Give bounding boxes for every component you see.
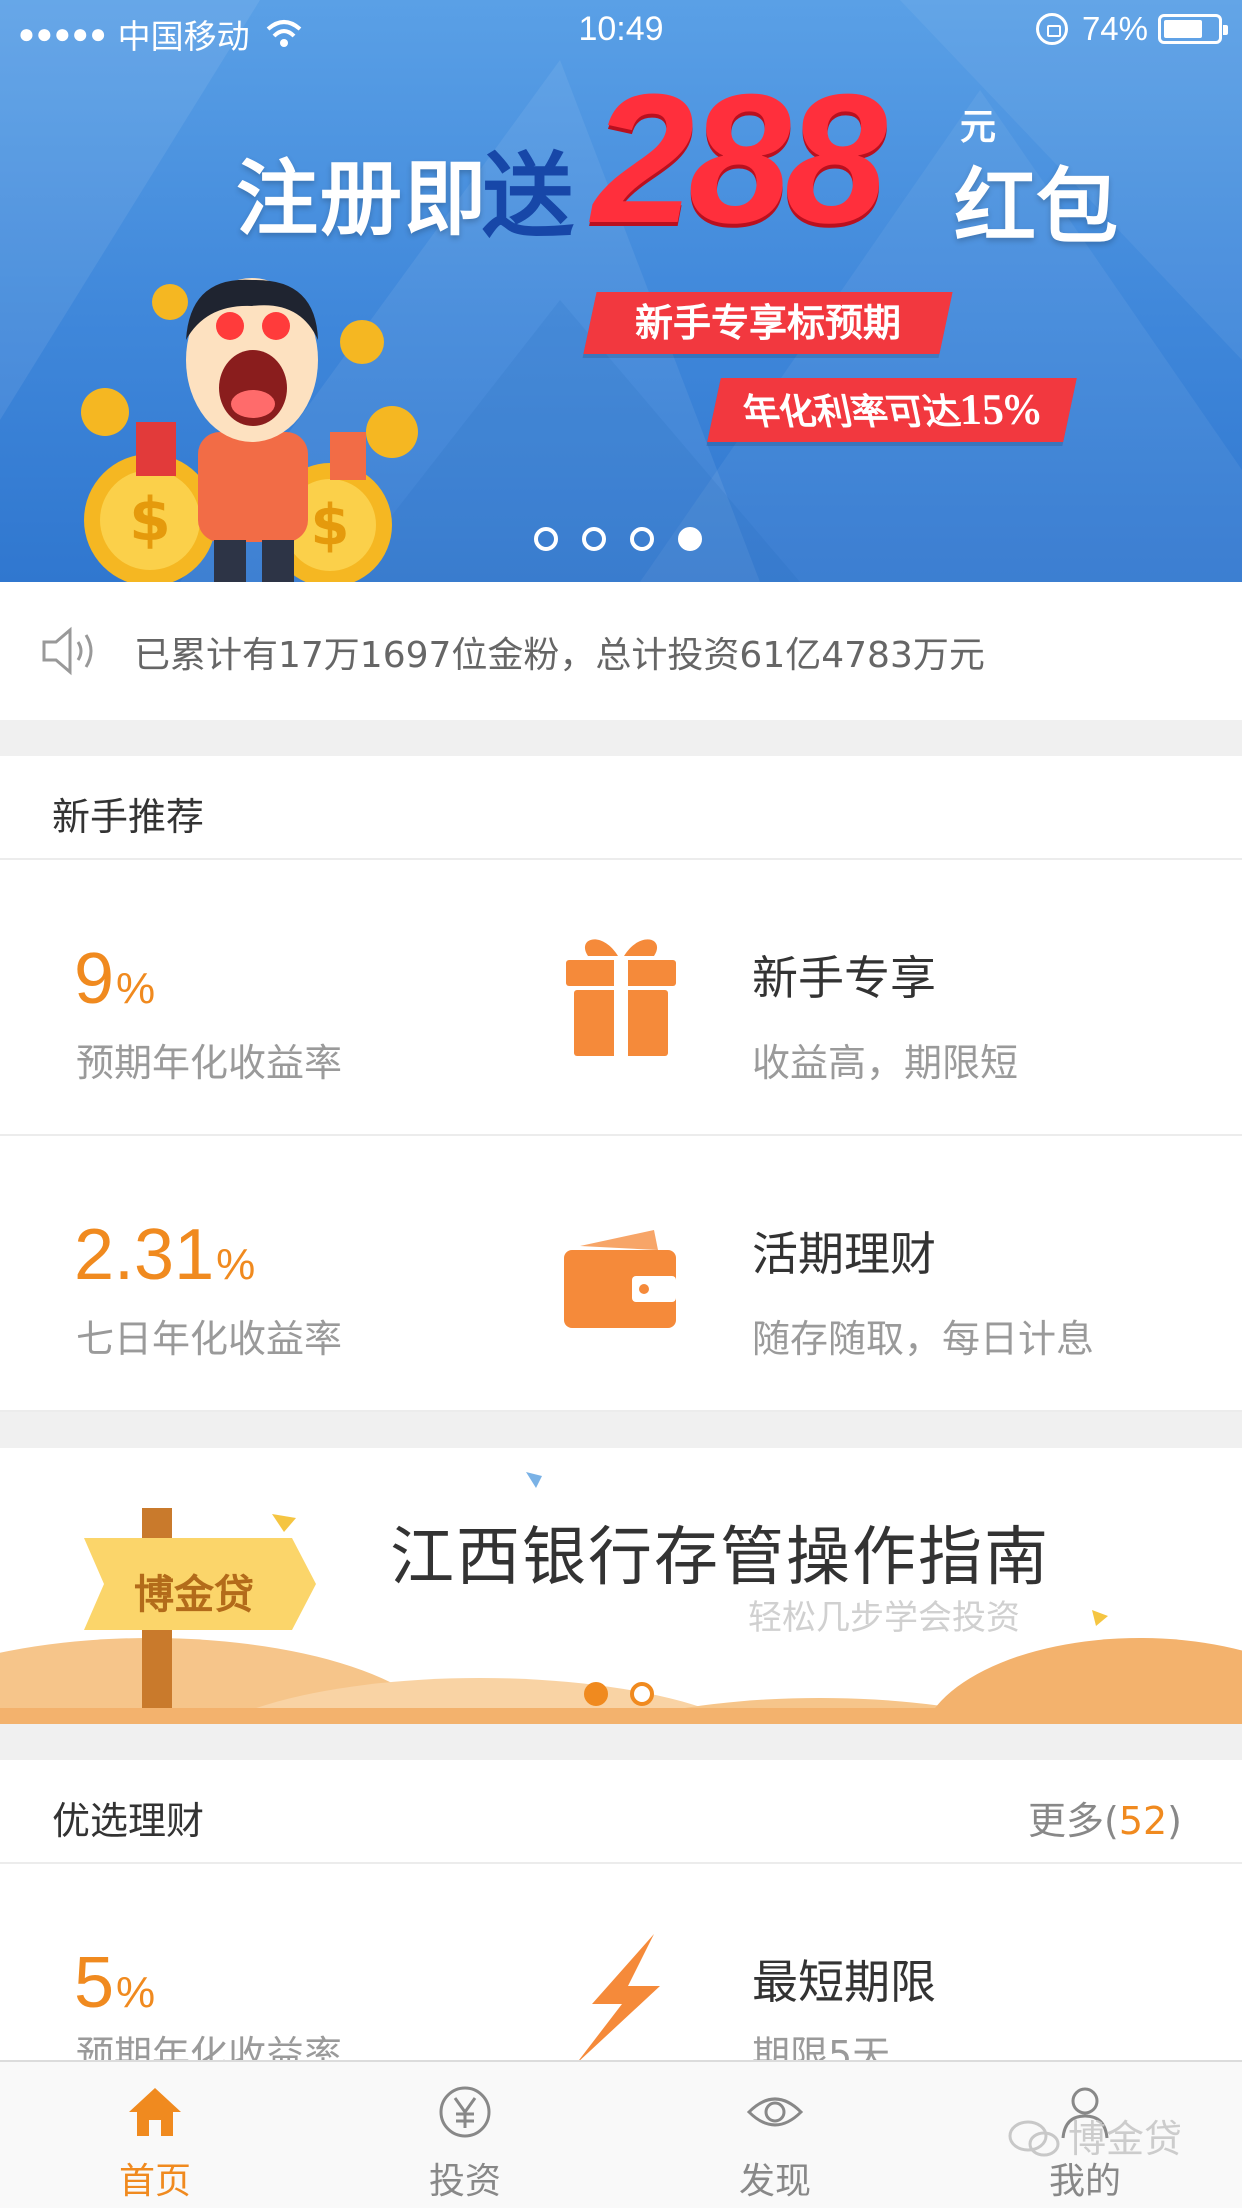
watermark-text: 博金贷 [1068,2117,1183,2161]
guide-title: 江西银行存管操作指南 [390,1521,1050,1595]
product-description: 随存随取，每日计息 [752,1317,1095,1361]
carousel-dot[interactable] [534,527,558,551]
tab-home[interactable]: 首页 [0,2062,310,2208]
newbie-section-header: 新手推荐 [0,756,1242,860]
carousel-dot[interactable] [630,527,654,551]
carousel-dot[interactable] [584,1682,608,1706]
product-rate-label: 预期年化收益率 [76,1041,343,1085]
featured-section: 优选理财 更多(52) 5% 预期年化收益率 最短期限 期限5天 [0,1760,1242,2077]
lightning-icon [576,1934,660,2064]
tab-label: 首页 [118,2161,191,2202]
product-name: 最短期限 [752,1955,936,2009]
product-rate: 5% [74,1943,156,2023]
hero-ribbon-rate: 年化利率可达15% [707,378,1077,442]
newbie-section: 新手推荐 9% 预期年化收益率 新手专享 收益高，期限短 2.31% 七日年化收… [0,756,1242,1412]
product-rate: 2.31% [74,1215,256,1295]
product-name: 活期理财 [752,1227,936,1281]
section-title: 优选理财 [52,1799,205,1843]
product-row-newbie[interactable]: 9% 预期年化收益率 新手专享 收益高，期限短 [0,860,1242,1136]
product-name: 新手专享 [752,951,936,1005]
product-row-shortest[interactable]: 5% 预期年化收益率 最短期限 期限5天 [0,1864,1242,2077]
featured-section-header: 优选理财 更多(52) [0,1760,1242,1864]
hero-banner[interactable]: $ $ ●●●●● 中国移动 10:49 74% 注册即 送 288 元 红包 … [0,0,1242,582]
hero-amount: 288 [592,55,887,261]
guide-carousel-indicator[interactable] [584,1682,654,1706]
svg-text:$: $ [311,493,350,558]
wechat-icon [1008,2120,1060,2157]
notice-text: 已累计有17万1697位金粉，总计投资61亿4783万元 [134,635,985,676]
product-rate: 9% [74,939,156,1019]
carousel-dot[interactable] [582,527,606,551]
hero-ribbon-newbie: 新手专享标预期 [583,292,953,354]
app-screen: $ $ ●●●●● 中国移动 10:49 74% 注册即 送 288 元 红包 … [0,0,1242,2208]
section-title: 新手推荐 [52,795,205,839]
wallet-icon [564,1230,676,1328]
guide-sign-label: 博金贷 [134,1572,254,1618]
battery-fill [1164,20,1202,38]
yen-icon [439,2086,491,2138]
product-description: 收益高，期限短 [752,1041,1019,1085]
carousel-dot[interactable] [630,1682,654,1706]
tab-label: 投资 [428,2161,501,2202]
home-icon [129,2088,181,2136]
guide-subtitle: 轻松几步学会投资 [748,1598,1020,1638]
hero-title-send: 送 [482,143,575,250]
speaker-icon [42,626,93,676]
hero-unit-big: 红包 [954,160,1119,255]
gift-icon [566,939,676,1056]
eye-icon [747,2097,803,2127]
hero-carousel-indicator[interactable] [534,527,702,551]
battery-percentage: 74% [1081,10,1148,47]
battery-icon [1158,14,1228,44]
more-count: 52 [1118,1799,1168,1843]
product-rate-label: 七日年化收益率 [76,1317,343,1361]
more-link[interactable]: 更多(52) [1028,1790,1182,1845]
orientation-lock-icon [1035,13,1068,45]
hero-title-prefix: 注册即 [236,152,489,247]
tab-discover[interactable]: 发现 [620,2062,930,2208]
guide-banner[interactable]: 博金贷 江西银行存管操作指南 轻松几步学会投资 [0,1448,1242,1724]
tab-label: 发现 [738,2161,811,2202]
carousel-dot[interactable] [678,527,702,551]
tab-invest[interactable]: 投资 [310,2062,620,2208]
notice-bar[interactable]: 已累计有17万1697位金粉，总计投资61亿4783万元 [0,582,1242,720]
svg-text:$: $ [129,485,171,555]
product-row-current[interactable]: 2.31% 七日年化收益率 活期理财 随存随取，每日计息 [0,1136,1242,1412]
